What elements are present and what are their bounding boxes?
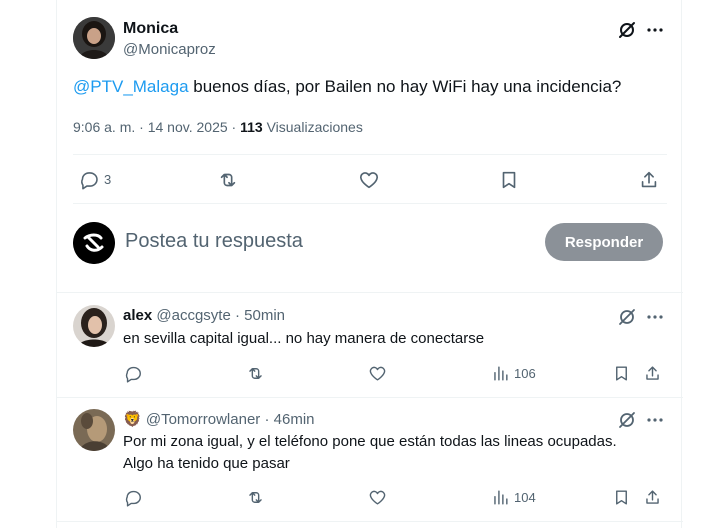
reply-count: 3	[104, 172, 112, 187]
reply-2-time[interactable]: 46min	[274, 411, 315, 428]
reply-2-author-handle[interactable]: @Tomorrowlaner	[146, 411, 260, 428]
reply-1-author-name[interactable]: alex	[123, 307, 152, 324]
more-icon[interactable]	[645, 410, 665, 430]
reply-1-author-handle[interactable]: @accgsyte	[156, 307, 230, 324]
main-post-time[interactable]: 9:06 a. m.	[73, 119, 135, 135]
like-icon	[369, 366, 386, 381]
reply-1-like-button[interactable]	[368, 364, 387, 383]
reply-submit-button[interactable]: Responder	[545, 223, 663, 261]
reply-1-repost-button[interactable]	[246, 364, 265, 383]
reply-1-bookmark-button[interactable]	[612, 364, 631, 383]
reply-2-share-button[interactable]	[643, 488, 662, 507]
reply-1-reply-button[interactable]	[124, 364, 143, 383]
reply-1-time[interactable]: 50min	[244, 307, 285, 324]
repost-button[interactable]	[217, 169, 239, 191]
conversation-column: Monica @Monicaproz @PTV_Malaga buenos dí…	[56, 0, 683, 528]
views-icon	[494, 490, 508, 505]
mention-link[interactable]: @PTV_Malaga	[73, 77, 189, 96]
reply-1-text: en sevilla capital igual... no hay maner…	[123, 330, 485, 347]
main-post-meta: 9:06 a. m. · 14 nov. 2025 · 113 Visualiz…	[73, 119, 363, 135]
bookmark-button[interactable]	[498, 169, 520, 191]
more-icon[interactable]	[645, 307, 665, 327]
bookmark-icon	[502, 171, 516, 189]
bookmark-icon	[616, 366, 627, 381]
reply-2-views[interactable]: 104	[491, 488, 536, 507]
views-icon	[494, 366, 508, 381]
views-count: 113	[240, 119, 263, 135]
reply-icon	[125, 366, 141, 383]
share-button[interactable]	[638, 169, 660, 191]
bookmark-icon	[616, 490, 627, 505]
views-label: Visualizaciones	[266, 119, 363, 135]
reply-2-like-button[interactable]	[368, 488, 387, 507]
share-icon	[641, 171, 657, 188]
like-button[interactable]	[358, 169, 380, 191]
like-icon	[359, 172, 379, 189]
more-icon[interactable]	[645, 20, 665, 40]
reply-1-share-button[interactable]	[643, 364, 662, 383]
reply-2-header: 🦁 @Tomorrowlaner · 46min	[123, 411, 315, 428]
reply-2-text-line-2: Algo ha tenido que pasar	[123, 455, 290, 472]
main-post-date[interactable]: 14 nov. 2025	[148, 119, 228, 135]
main-post-author-name[interactable]: Monica	[123, 20, 178, 38]
grok-icon[interactable]	[617, 20, 637, 40]
main-post-author-handle[interactable]: @Monicaproz	[123, 41, 216, 58]
reply-2-repost-button[interactable]	[246, 488, 265, 507]
reply-2-views-count: 104	[514, 490, 536, 505]
grok-icon[interactable]	[617, 307, 637, 327]
repost-icon	[249, 368, 262, 379]
share-icon	[646, 490, 659, 504]
reply-1-views-count: 106	[514, 366, 536, 381]
main-post-body: buenos días, por Bailen no hay WiFi hay …	[188, 77, 622, 96]
reply-1-avatar[interactable]	[73, 305, 115, 347]
reply-2-bookmark-button[interactable]	[612, 488, 631, 507]
reply-icon	[81, 172, 98, 190]
repost-icon	[249, 492, 262, 503]
repost-icon	[220, 173, 236, 187]
main-post-avatar[interactable]	[73, 17, 115, 59]
reply-1-header: alex @accgsyte · 50min	[123, 307, 285, 324]
grok-icon[interactable]	[617, 410, 637, 430]
reply-input[interactable]: Postea tu respuesta	[125, 230, 303, 253]
reply-2-avatar[interactable]	[73, 409, 115, 451]
reply-2-reply-button[interactable]	[124, 488, 143, 507]
reply-button[interactable]: 3	[79, 169, 111, 190]
share-icon	[646, 366, 659, 380]
reply-icon	[125, 490, 141, 507]
composer-avatar[interactable]	[73, 222, 115, 264]
like-icon	[369, 490, 386, 505]
main-post-text: @PTV_Malaga buenos días, por Bailen no h…	[73, 77, 621, 97]
reply-2-author-name[interactable]: 🦁	[123, 411, 142, 428]
reply-2-text-line-1: Por mi zona igual, y el teléfono pone qu…	[123, 433, 617, 450]
reply-1-views[interactable]: 106	[491, 364, 536, 383]
